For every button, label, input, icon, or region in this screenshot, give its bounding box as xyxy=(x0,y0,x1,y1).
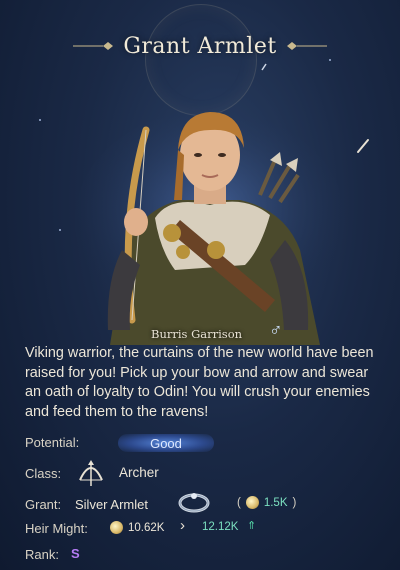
potential-badge: Good xyxy=(118,434,214,452)
rank-value: S xyxy=(71,546,80,561)
might-arrow-icon: › xyxy=(180,517,185,534)
might-icon xyxy=(110,521,123,534)
grant-item-name: Silver Armlet xyxy=(75,497,148,512)
dialog-title: Grant Armlet xyxy=(123,33,277,59)
might-new-value: 12.12K xyxy=(202,521,239,533)
dialog-header: Grant Armlet xyxy=(0,4,400,116)
class-row: Class: xyxy=(25,466,61,481)
might-current: 10.62K xyxy=(110,521,164,534)
grant-cost-value: 1.5K xyxy=(263,496,288,509)
title-ornament-right-icon xyxy=(286,42,327,50)
grant-cost: ( 1.5K ) xyxy=(237,496,296,509)
bow-icon xyxy=(79,460,103,486)
male-gender-icon: ♂ xyxy=(269,320,283,340)
hero-description: Viking warrior, the curtains of the new … xyxy=(25,345,374,420)
class-value: Archer xyxy=(119,465,159,480)
armlet-icon[interactable] xyxy=(176,488,212,516)
might-current-value: 10.62K xyxy=(128,521,165,534)
coin-icon xyxy=(245,496,259,509)
hero-portrait xyxy=(75,110,345,345)
cost-open-paren: ( xyxy=(237,496,241,509)
potential-row: Potential: xyxy=(25,435,79,450)
rank-label: Rank: xyxy=(25,547,59,562)
potential-label: Potential: xyxy=(25,435,80,450)
title-ornament-left-icon xyxy=(73,42,114,50)
increase-arrow-icon: ⇑ xyxy=(247,520,257,532)
cost-close-paren: ) xyxy=(292,496,297,509)
grant-label: Grant: xyxy=(25,497,62,512)
potential-value: Good xyxy=(150,435,182,451)
hero-name: Burris Garrison xyxy=(151,327,243,341)
might-label: Heir Might: xyxy=(25,521,88,536)
class-label: Class: xyxy=(25,466,62,481)
